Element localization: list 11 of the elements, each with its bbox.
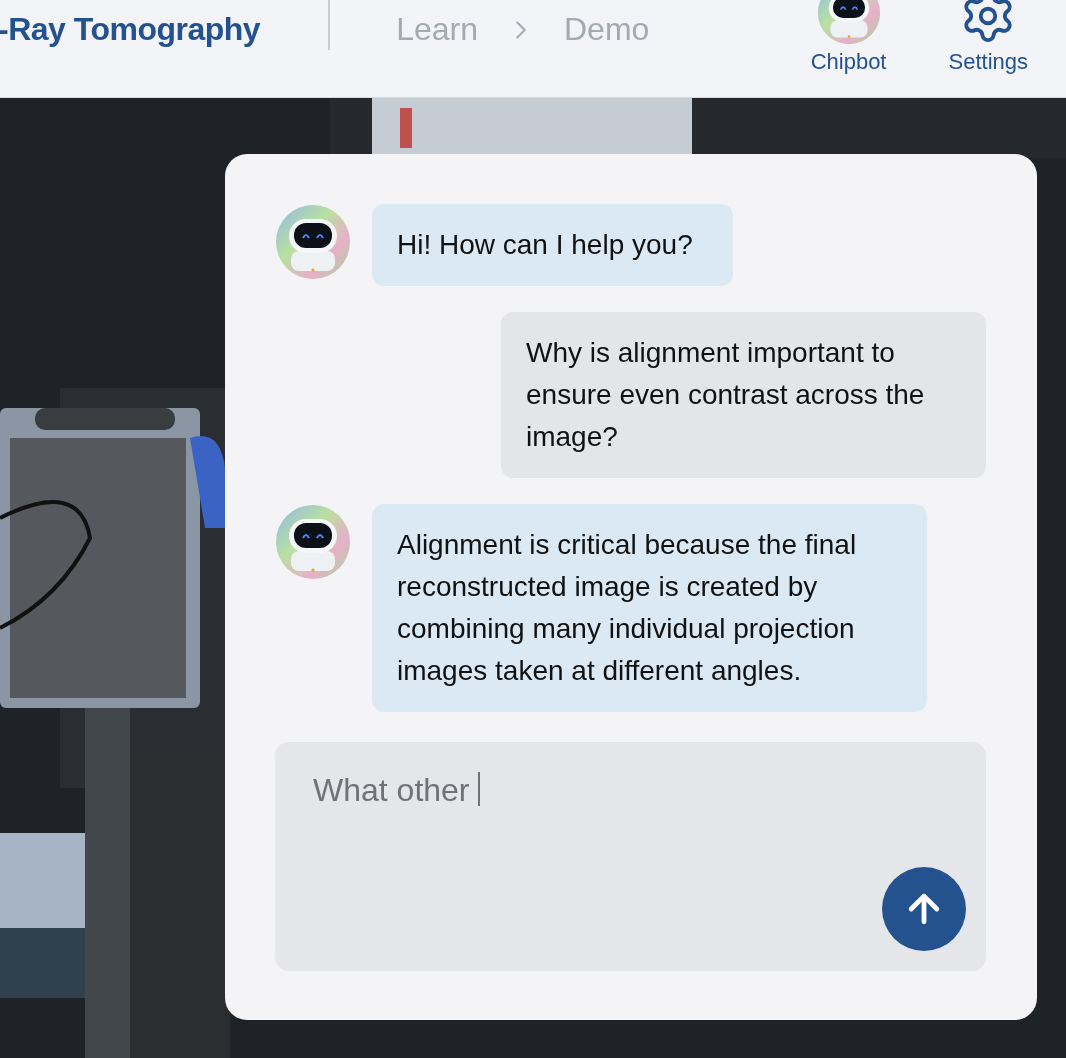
breadcrumb-link[interactable]: Demo xyxy=(564,11,650,48)
app-title: -Ray Tomography xyxy=(0,11,261,48)
message-input[interactable]: What other xyxy=(275,742,986,971)
robot-avatar-icon xyxy=(275,504,351,580)
bot-message: Alignment is critical because the final reconstructed image is created by combining many individual projection images taken at different angles. xyxy=(372,504,927,712)
chipbot-button[interactable]: Chipbot xyxy=(810,0,887,97)
user-message: Why is alignment important to ensure even contrast across the image? xyxy=(501,312,986,478)
settings-button[interactable]: Settings xyxy=(948,0,1028,97)
robot-avatar-icon xyxy=(275,204,351,280)
bot-message: Hi! How can I help you? xyxy=(372,204,733,286)
breadcrumb-link[interactable]: Learn xyxy=(396,11,478,48)
